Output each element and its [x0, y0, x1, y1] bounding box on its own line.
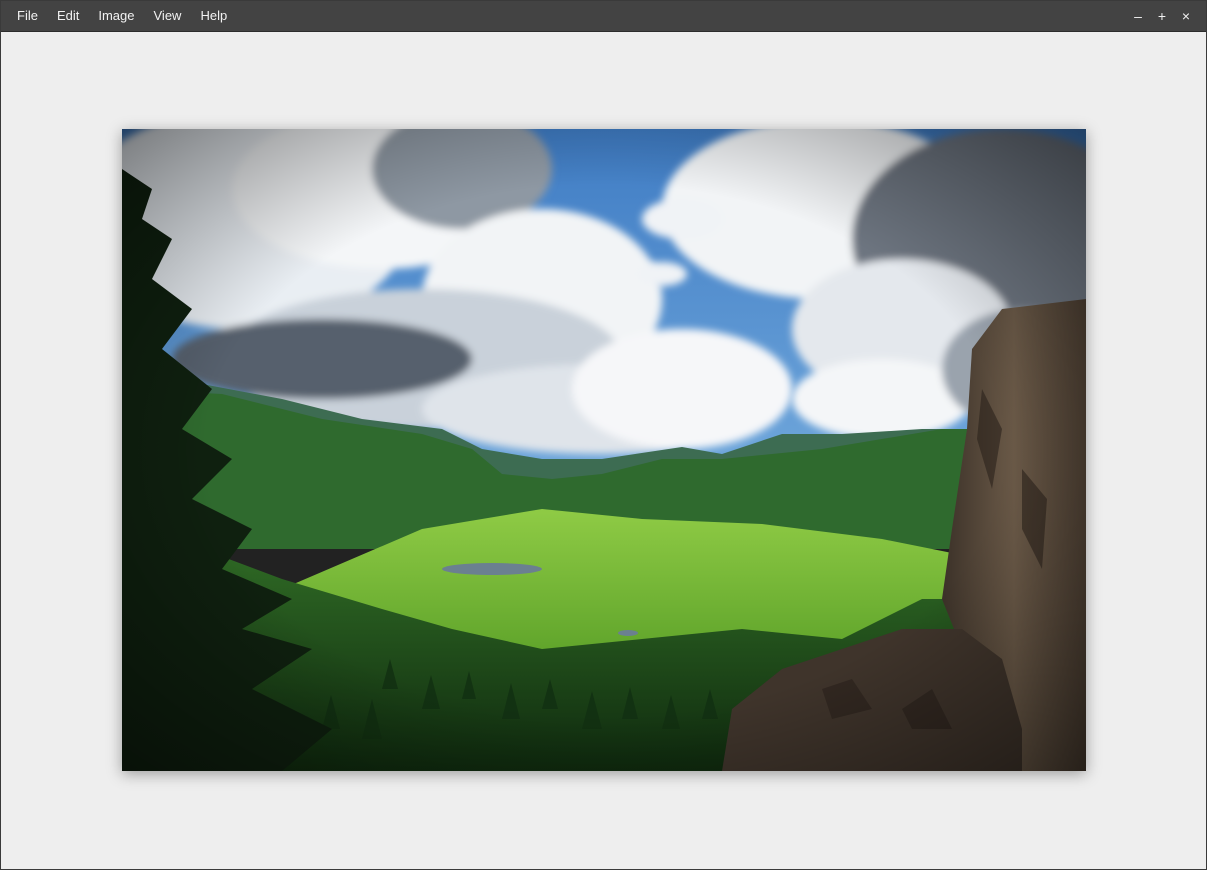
maximize-button[interactable]: +: [1150, 1, 1174, 31]
menu-help[interactable]: Help: [192, 1, 235, 31]
menu-view[interactable]: View: [146, 1, 190, 31]
minimize-button[interactable]: –: [1126, 1, 1150, 31]
menu-file[interactable]: File: [9, 1, 46, 31]
window-controls: – + ×: [1126, 1, 1198, 31]
menu-bar: File Edit Image View Help – + ×: [1, 1, 1206, 32]
landscape-image: [122, 129, 1086, 771]
image-canvas[interactable]: [1, 32, 1206, 869]
menu-edit[interactable]: Edit: [49, 1, 87, 31]
menu-image[interactable]: Image: [90, 1, 142, 31]
displayed-photo[interactable]: [122, 129, 1086, 771]
close-button[interactable]: ×: [1174, 1, 1198, 31]
app-window: File Edit Image View Help – + ×: [0, 0, 1207, 870]
menu-items: File Edit Image View Help: [9, 1, 238, 31]
